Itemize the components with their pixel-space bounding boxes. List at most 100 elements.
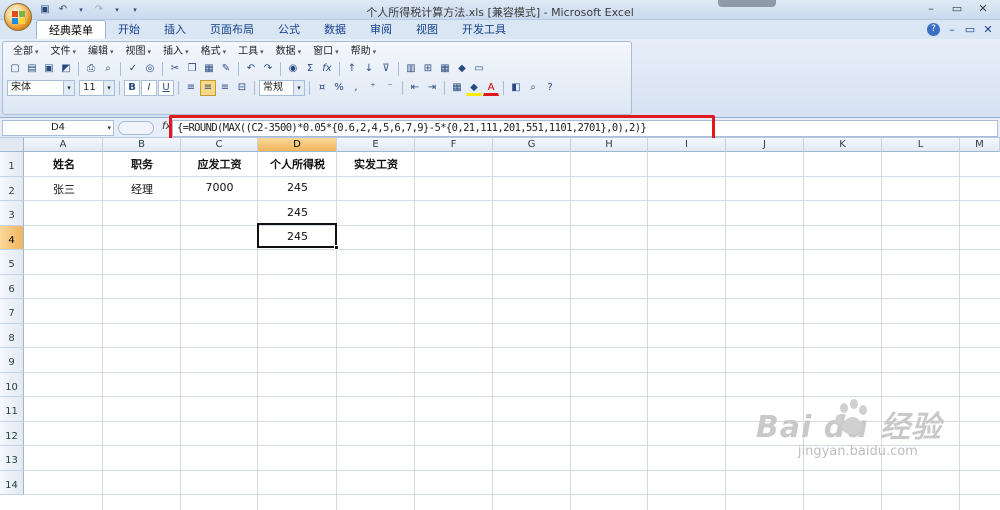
- ribbon-close-icon[interactable]: ✕: [982, 23, 994, 36]
- row-header-12[interactable]: 12: [0, 421, 24, 446]
- menu-data[interactable]: 数据 ▾: [270, 45, 308, 59]
- row-header-4[interactable]: 4: [0, 225, 24, 250]
- cell-D1[interactable]: 个人所得税: [258, 156, 337, 172]
- cell-A2[interactable]: 张三: [25, 181, 103, 197]
- underline-button[interactable]: U: [158, 80, 174, 96]
- column-header-b[interactable]: B: [103, 138, 181, 152]
- ribbon-minimize-icon[interactable]: –: [946, 23, 958, 36]
- font-name-select[interactable]: 宋体 ▾: [7, 80, 75, 96]
- select-all-corner[interactable]: [0, 138, 24, 152]
- styles-icon[interactable]: ◧: [508, 80, 524, 96]
- insert-function-icon[interactable]: fx: [319, 61, 335, 77]
- bold-button[interactable]: B: [124, 80, 140, 96]
- number-format-select[interactable]: 常规 ▾: [259, 80, 305, 96]
- cell-C2[interactable]: 7000: [181, 181, 258, 194]
- increase-indent-icon[interactable]: ⇥: [424, 80, 440, 96]
- sort-ascending-icon[interactable]: ↑: [344, 61, 360, 77]
- align-right-icon[interactable]: ≡: [217, 80, 233, 96]
- menu-edit[interactable]: 编辑 ▾: [82, 45, 120, 59]
- increase-decimal-icon[interactable]: ⁺: [365, 80, 381, 96]
- menu-view[interactable]: 视图 ▾: [120, 45, 158, 59]
- cell-D3[interactable]: 245: [258, 206, 337, 219]
- tab-page-layout[interactable]: 页面布局: [198, 20, 266, 39]
- copy-icon[interactable]: ❐: [184, 61, 200, 77]
- row-header-7[interactable]: 7: [0, 299, 24, 324]
- row-header-3[interactable]: 3: [0, 201, 24, 226]
- percent-button[interactable]: %: [331, 80, 347, 96]
- cell-E1[interactable]: 实发工资: [337, 156, 415, 172]
- comma-button[interactable]: ,: [348, 80, 364, 96]
- row-header-11[interactable]: 11: [0, 397, 24, 422]
- cell-C1[interactable]: 应发工资: [181, 156, 258, 172]
- borders-icon[interactable]: ▦: [449, 80, 465, 96]
- table-icon[interactable]: ▦: [437, 61, 453, 77]
- minimize-button[interactable]: –: [918, 0, 944, 18]
- menu-help[interactable]: 帮助 ▾: [345, 45, 383, 59]
- column-header-i[interactable]: I: [648, 138, 726, 152]
- cut-icon[interactable]: ✂: [167, 61, 183, 77]
- align-center-icon[interactable]: ≡: [200, 80, 216, 96]
- ribbon-restore-icon[interactable]: ▭: [964, 23, 976, 36]
- row-header-6[interactable]: 6: [0, 274, 24, 299]
- column-header-h[interactable]: H: [571, 138, 648, 152]
- column-header-e[interactable]: E: [337, 138, 415, 152]
- menu-file[interactable]: 文件 ▾: [45, 45, 83, 59]
- pivot-icon[interactable]: ⊞: [420, 61, 436, 77]
- align-left-icon[interactable]: ≡: [183, 80, 199, 96]
- maximize-button[interactable]: ▭: [944, 0, 970, 18]
- column-header-m[interactable]: M: [960, 138, 1000, 152]
- merge-center-icon[interactable]: ⊟: [234, 80, 250, 96]
- open-icon[interactable]: ▤: [24, 61, 40, 77]
- menu-format[interactable]: 格式 ▾: [195, 45, 233, 59]
- menu-tools[interactable]: 工具 ▾: [232, 45, 270, 59]
- cell-D2[interactable]: 245: [258, 181, 337, 194]
- formula-controls[interactable]: [118, 121, 154, 135]
- menu-all[interactable]: 全部 ▾: [7, 45, 45, 59]
- cell-A1[interactable]: 姓名: [25, 156, 103, 172]
- row-header-2[interactable]: 2: [0, 176, 24, 201]
- fill-color-icon[interactable]: ◆: [466, 80, 482, 96]
- zoom-icon[interactable]: ⌕: [525, 80, 541, 96]
- decrease-decimal-icon[interactable]: ⁻: [382, 80, 398, 96]
- font-size-select[interactable]: 11 ▾: [79, 80, 115, 96]
- tab-view[interactable]: 视图: [404, 20, 450, 39]
- help-icon[interactable]: ?: [927, 23, 940, 36]
- column-header-j[interactable]: J: [726, 138, 804, 152]
- undo-icon[interactable]: ↶: [243, 61, 259, 77]
- help-icon[interactable]: ?: [542, 80, 558, 96]
- sort-descending-icon[interactable]: ↓: [361, 61, 377, 77]
- print-icon[interactable]: ⎙: [83, 61, 99, 77]
- row-header-9[interactable]: 9: [0, 348, 24, 373]
- row-header-1[interactable]: 1: [0, 152, 24, 177]
- redo-icon[interactable]: ↷: [260, 61, 276, 77]
- column-header-g[interactable]: G: [493, 138, 571, 152]
- column-header-f[interactable]: F: [415, 138, 493, 152]
- tab-formulas[interactable]: 公式: [266, 20, 312, 39]
- chart-icon[interactable]: ▥: [403, 61, 419, 77]
- column-header-c[interactable]: C: [181, 138, 258, 152]
- filter-icon[interactable]: ⊽: [378, 61, 394, 77]
- office-button[interactable]: [4, 3, 32, 31]
- column-header-a[interactable]: A: [24, 138, 103, 152]
- save-icon[interactable]: ▣: [41, 61, 57, 77]
- tab-developer[interactable]: 开发工具: [450, 20, 518, 39]
- format-painter-icon[interactable]: ✎: [218, 61, 234, 77]
- hyperlink-icon[interactable]: ◉: [285, 61, 301, 77]
- paste-icon[interactable]: ▦: [201, 61, 217, 77]
- spelling-icon[interactable]: ✓: [125, 61, 141, 77]
- font-color-icon[interactable]: A: [483, 80, 499, 96]
- menu-window[interactable]: 窗口 ▾: [307, 45, 345, 59]
- permission-icon[interactable]: ◩: [58, 61, 74, 77]
- tab-data[interactable]: 数据: [312, 20, 358, 39]
- formula-input[interactable]: {=ROUND(MAX((C2-3500)*0.05*{0.6,2,4,5,6,…: [172, 120, 998, 137]
- tab-review[interactable]: 审阅: [358, 20, 404, 39]
- name-box[interactable]: D4 ▾: [2, 120, 114, 136]
- row-header-5[interactable]: 5: [0, 250, 24, 275]
- cell-B2[interactable]: 经理: [103, 181, 181, 197]
- column-header-l[interactable]: L: [882, 138, 960, 152]
- currency-icon[interactable]: ¤: [314, 80, 330, 96]
- row-header-13[interactable]: 13: [0, 446, 24, 471]
- autosum-icon[interactable]: Σ: [302, 61, 318, 77]
- fill-handle[interactable]: [334, 245, 339, 250]
- tab-insert[interactable]: 插入: [152, 20, 198, 39]
